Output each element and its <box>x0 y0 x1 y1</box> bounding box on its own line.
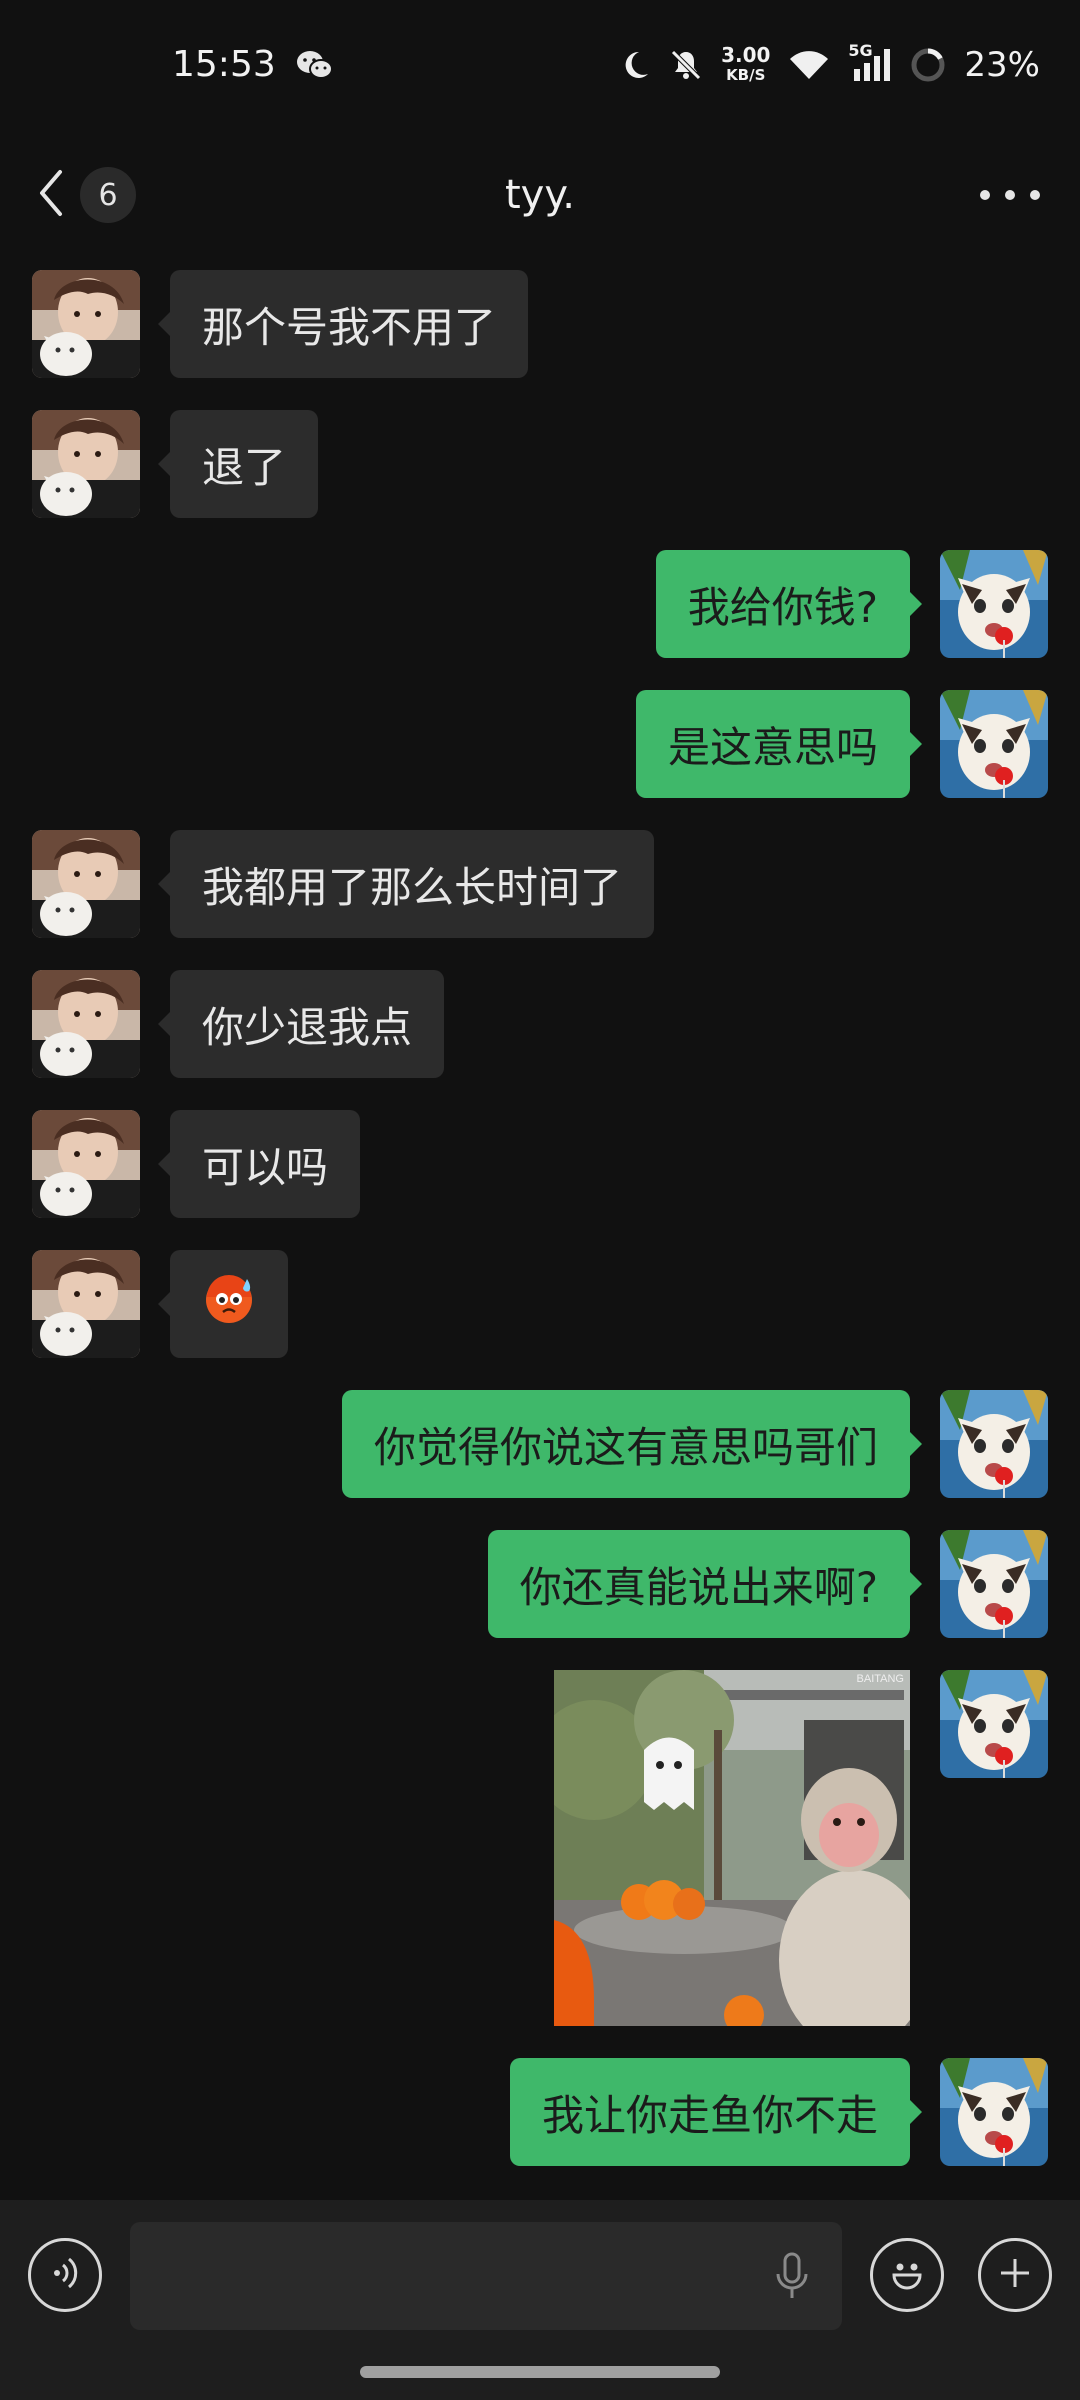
message-bubble[interactable]: 你还真能说出来啊? <box>487 1530 923 1638</box>
message-bubble[interactable]: 我让你走鱼你不走 <box>509 2058 923 2166</box>
message-outgoing-image <box>0 1670 1080 1778</box>
my-avatar[interactable] <box>940 1390 1048 1498</box>
net-speed-unit: KB/S <box>726 66 766 84</box>
message-outgoing: 我给你钱? <box>0 550 1080 658</box>
net-speed-value: 3.00 <box>721 43 771 67</box>
message-bubble[interactable]: 我给你钱? <box>655 550 923 658</box>
unread-count-badge: 6 <box>80 167 136 223</box>
friend-avatar[interactable] <box>32 1250 140 1358</box>
back-icon <box>36 168 66 222</box>
chat-title: tyy. <box>504 172 576 218</box>
message-bubble[interactable]: 你觉得你说这有意思吗哥们 <box>341 1390 923 1498</box>
my-avatar[interactable] <box>940 550 1048 658</box>
chat-header: 6 tyy. <box>0 135 1080 255</box>
message-bubble[interactable]: 你少退我点 <box>157 970 445 1078</box>
emoji-icon <box>885 2251 929 2299</box>
more-button[interactable] <box>980 173 1040 217</box>
signal-icon: 5G <box>848 41 892 83</box>
moon-icon <box>619 49 651 81</box>
message-bubble[interactable]: 可以吗 <box>157 1110 361 1218</box>
status-time: 15:53 <box>172 44 276 85</box>
plus-icon <box>995 2253 1035 2297</box>
back-button[interactable]: 6 <box>36 147 136 243</box>
mute-icon <box>669 48 703 82</box>
status-bar: 15:53 3.00 KB/S 5G 23% <box>0 0 1080 135</box>
voice-icon <box>45 2253 85 2297</box>
message-incoming: 可以吗 <box>0 1110 1080 1218</box>
voice-button[interactable] <box>28 2238 102 2312</box>
image-watermark: BAITANG <box>857 1673 904 1685</box>
message-incoming: 退了 <box>0 410 1080 518</box>
message-input[interactable] <box>130 2222 842 2330</box>
battery-percent: 23% <box>964 45 1040 85</box>
my-avatar[interactable] <box>940 2058 1048 2166</box>
net-speed: 3.00 KB/S <box>721 45 770 85</box>
plus-button[interactable] <box>978 2238 1052 2312</box>
message-outgoing: 我让你走鱼你不走 <box>0 2058 1080 2166</box>
message-bubble[interactable]: 我都用了那么长时间了 <box>157 830 655 938</box>
message-incoming: 我都用了那么长时间了 <box>0 830 1080 938</box>
message-bubble[interactable]: 是这意思吗 <box>635 690 923 798</box>
message-incoming: 那个号我不用了 <box>0 270 1080 378</box>
my-avatar[interactable] <box>940 1530 1048 1638</box>
home-indicator[interactable] <box>360 2366 720 2378</box>
friend-avatar[interactable] <box>32 270 140 378</box>
message-outgoing: 你觉得你说这有意思吗哥们 <box>0 1390 1080 1498</box>
image-message-monkey-photo[interactable]: BAITANG <box>554 1670 910 2026</box>
message-incoming: 你少退我点 <box>0 970 1080 1078</box>
more-icon <box>980 190 990 200</box>
wifi-icon <box>788 49 830 81</box>
emoji-button[interactable] <box>870 2238 944 2312</box>
message-outgoing: 你还真能说出来啊? <box>0 1530 1080 1638</box>
friend-avatar[interactable] <box>32 410 140 518</box>
wechat-icon <box>296 50 334 80</box>
cold-sweat-emoji-icon <box>203 1273 255 1335</box>
friend-avatar[interactable] <box>32 1110 140 1218</box>
message-bubble[interactable]: 那个号我不用了 <box>157 270 529 378</box>
my-avatar[interactable] <box>940 690 1048 798</box>
more-icon-dot <box>1030 190 1040 200</box>
message-bubble[interactable] <box>158 1250 288 1358</box>
battery-icon <box>910 47 946 83</box>
network-type: 5G <box>848 41 873 60</box>
message-outgoing: 是这意思吗 <box>0 690 1080 798</box>
friend-avatar[interactable] <box>32 830 140 938</box>
more-icon-dot <box>1005 190 1015 200</box>
mic-icon[interactable] <box>772 2252 812 2306</box>
message-bubble[interactable]: 退了 <box>157 410 319 518</box>
message-incoming <box>0 1250 1080 1358</box>
friend-avatar[interactable] <box>32 970 140 1078</box>
my-avatar[interactable] <box>940 1670 1048 1778</box>
